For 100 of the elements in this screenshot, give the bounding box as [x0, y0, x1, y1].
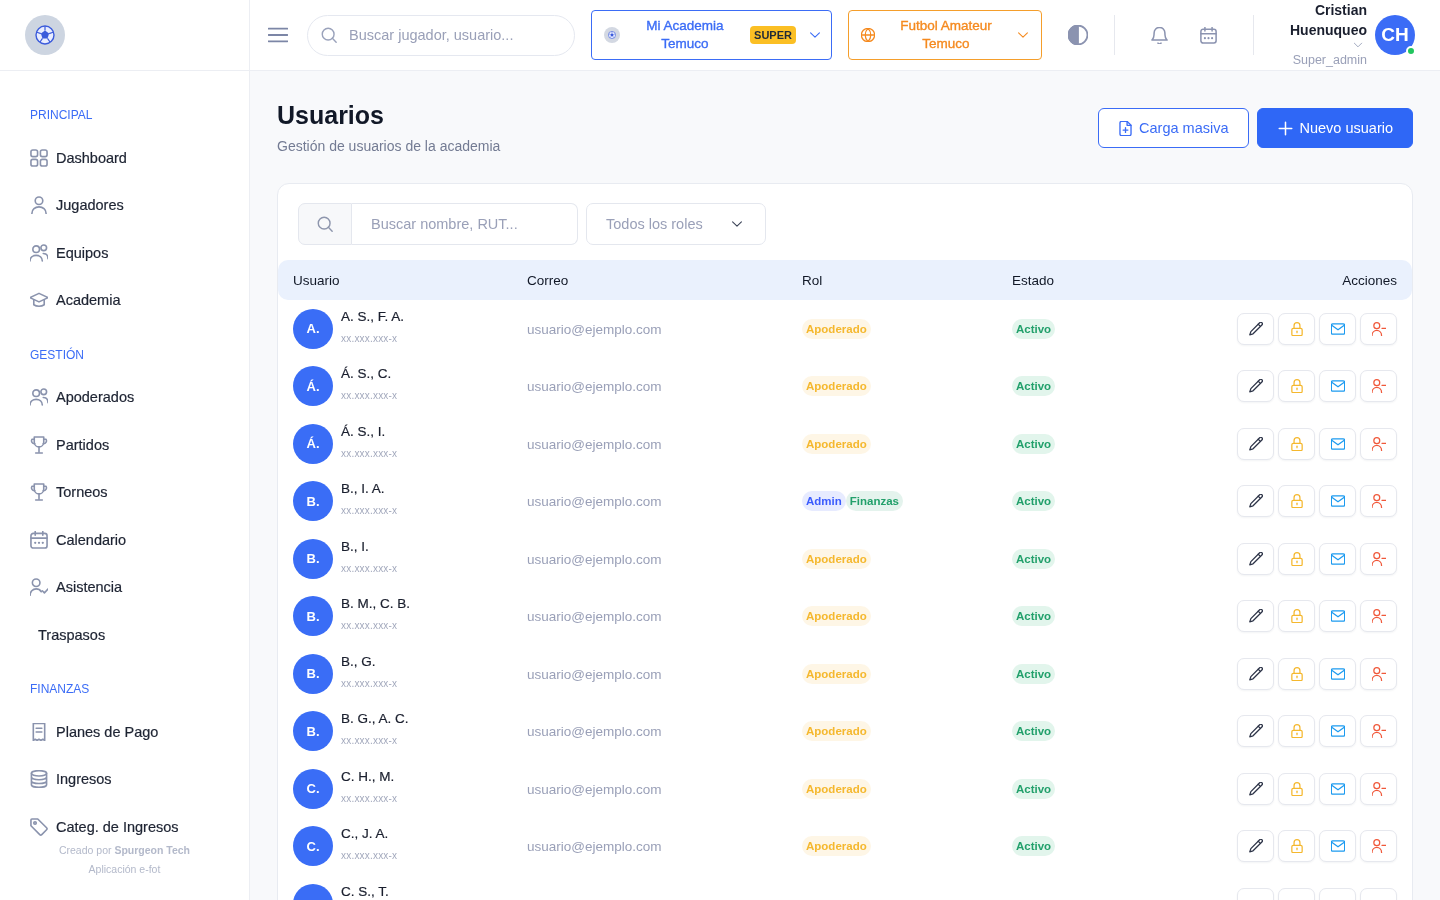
- edit-button[interactable]: [1237, 485, 1274, 518]
- pencil-icon: [1248, 666, 1263, 681]
- user-id-text: xx.xxx.xxx-x: [341, 561, 398, 576]
- person-minus-icon: [1371, 379, 1386, 394]
- pencil-icon: [1248, 551, 1263, 566]
- email-button[interactable]: [1319, 370, 1356, 403]
- edit-button[interactable]: [1237, 370, 1274, 403]
- nav-item[interactable]: Calendario: [22, 526, 229, 553]
- lock-icon: [1289, 724, 1304, 739]
- calendar-icon[interactable]: [1200, 26, 1217, 44]
- remove-user-button[interactable]: [1360, 657, 1397, 690]
- edit-button[interactable]: [1237, 312, 1274, 345]
- email-button[interactable]: [1319, 600, 1356, 633]
- remove-user-button[interactable]: [1360, 772, 1397, 805]
- remove-user-button[interactable]: [1360, 715, 1397, 748]
- academy-selector[interactable]: Mi Academia Temuco SUPER: [591, 10, 832, 60]
- edit-button[interactable]: [1237, 715, 1274, 748]
- user-avatar: B.: [293, 653, 333, 694]
- column-header: Rol: [802, 272, 823, 288]
- mail-icon: [1330, 436, 1345, 451]
- nav-item[interactable]: Jugadores: [22, 192, 229, 218]
- user-name: B., I.: [341, 539, 370, 554]
- status-tag: Activo: [1012, 548, 1056, 569]
- edit-button[interactable]: [1237, 772, 1274, 805]
- lock-icon: [1289, 781, 1304, 796]
- chevron-down-icon[interactable]: [1353, 40, 1363, 50]
- email-button[interactable]: [1319, 772, 1356, 805]
- new-user-button[interactable]: Nuevo usuario: [1256, 108, 1413, 148]
- nav-item[interactable]: Asistencia: [22, 574, 229, 600]
- role-tag: Apoderado: [802, 548, 871, 569]
- email-button[interactable]: [1319, 715, 1356, 748]
- user-avatar: B.: [293, 711, 333, 752]
- search-icon: [321, 27, 337, 43]
- edit-button[interactable]: [1237, 657, 1274, 690]
- remove-user-button[interactable]: [1360, 370, 1397, 403]
- email-button[interactable]: [1319, 427, 1356, 460]
- email-text: usuario@ejemplo.com: [527, 379, 662, 395]
- edit-button[interactable]: [1237, 830, 1274, 863]
- remove-user-button[interactable]: [1360, 485, 1397, 518]
- lock-icon: [1289, 494, 1304, 509]
- email-button[interactable]: [1319, 485, 1356, 518]
- nav-item[interactable]: Dashboard: [22, 144, 229, 171]
- contrast-icon[interactable]: [1068, 25, 1088, 45]
- status-tag: Activo: [1012, 318, 1056, 339]
- remove-user-button[interactable]: [1360, 542, 1397, 575]
- nav-item[interactable]: Torneos: [22, 479, 229, 505]
- menu-icon[interactable]: [268, 25, 288, 45]
- nav-item[interactable]: Ingresos: [22, 766, 229, 792]
- nav-item[interactable]: Equipos: [22, 239, 229, 266]
- email-button[interactable]: [1319, 312, 1356, 345]
- pencil-icon: [1248, 494, 1263, 509]
- user-name: B., G.: [341, 654, 377, 669]
- nav-item[interactable]: Partidos: [22, 431, 229, 458]
- email-button[interactable]: [1319, 542, 1356, 575]
- remove-user-button[interactable]: [1360, 312, 1397, 345]
- role-tag: Apoderado: [802, 836, 871, 857]
- chevron-down-icon: [809, 29, 821, 41]
- search-field[interactable]: Buscar jugador, usuario...: [307, 14, 575, 56]
- user-avatar: Á.: [293, 423, 333, 464]
- user-avatar[interactable]: CH: [1375, 15, 1415, 55]
- remove-user-button[interactable]: [1360, 427, 1397, 460]
- user-id-text: xx.xxx.xxx-x: [341, 389, 398, 404]
- email-button[interactable]: [1319, 830, 1356, 863]
- remove-user-button[interactable]: [1360, 830, 1397, 863]
- mail-icon: [1330, 781, 1345, 796]
- people-icon: [30, 388, 48, 406]
- section-title: PRINCIPAL: [30, 107, 94, 123]
- mail-icon: [1330, 494, 1345, 509]
- email-button[interactable]: [1319, 657, 1356, 690]
- nav-item[interactable]: Traspasos: [22, 621, 229, 648]
- bell-icon[interactable]: [1151, 26, 1168, 44]
- column-header: Usuario: [293, 272, 340, 288]
- remove-user-button[interactable]: [1360, 600, 1397, 633]
- mail-icon: [1330, 839, 1345, 854]
- lock-icon: [1289, 666, 1304, 681]
- lock-icon: [1289, 379, 1304, 394]
- lock-icon: [1289, 839, 1304, 854]
- user-avatar: A.: [293, 308, 333, 349]
- search-field[interactable]: Buscar nombre, RUT...: [352, 203, 578, 245]
- role-tag: Apoderado: [802, 376, 871, 397]
- email-text: usuario@ejemplo.com: [527, 839, 662, 855]
- bulk-upload-button[interactable]: Carga masiva: [1098, 108, 1249, 148]
- user-avatar: B.: [293, 538, 333, 579]
- edit-button[interactable]: [1237, 542, 1274, 575]
- mail-icon: [1330, 609, 1345, 624]
- tag-icon: [30, 817, 48, 836]
- person-minus-icon: [1371, 551, 1386, 566]
- file-icon: [1118, 120, 1134, 136]
- person-icon: [30, 196, 48, 214]
- role-tag: Apoderado: [802, 778, 871, 799]
- nav-item[interactable]: Apoderados: [22, 384, 229, 410]
- user-name: C. S., T.: [341, 884, 389, 899]
- nav-item[interactable]: Academia: [22, 287, 229, 313]
- section-title: GESTIÓN: [30, 346, 85, 363]
- nav-item[interactable]: Categ. de Ingresos: [22, 813, 229, 840]
- nav-item[interactable]: Planes de Pago: [22, 718, 229, 745]
- person-check-icon: [30, 578, 48, 596]
- edit-button[interactable]: [1237, 427, 1274, 460]
- edit-button[interactable]: [1237, 600, 1274, 633]
- role-tag: Apoderado: [802, 663, 871, 684]
